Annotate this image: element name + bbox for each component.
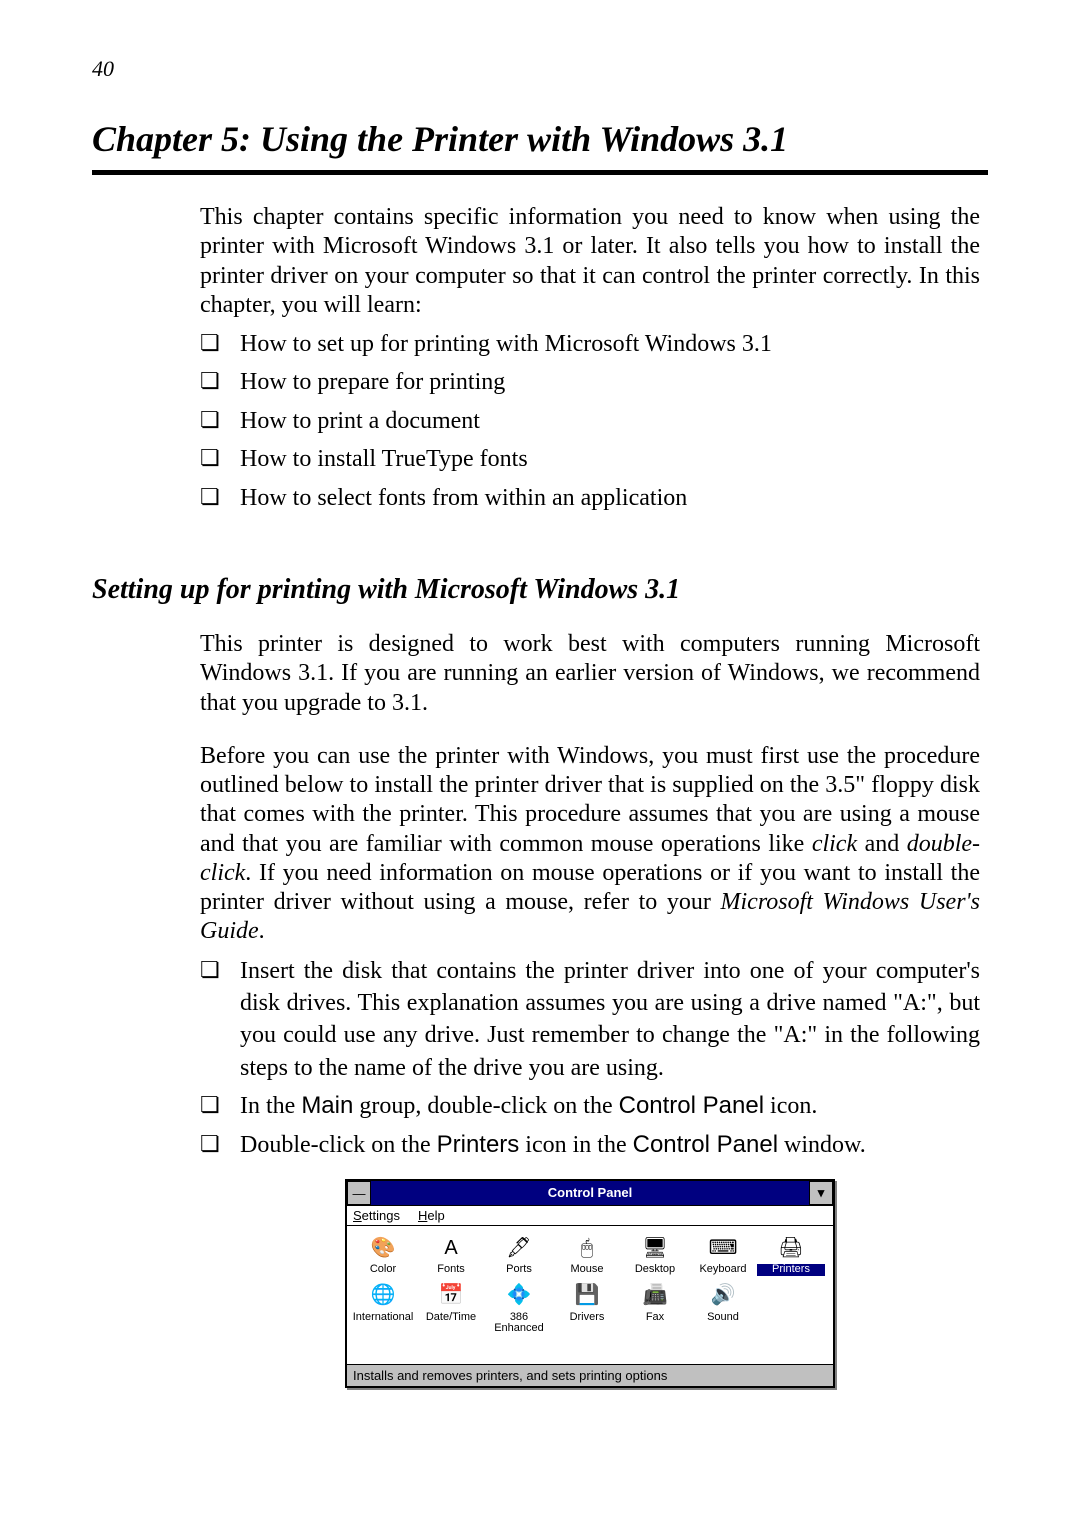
list-item: How to set up for printing with Microsof… — [200, 328, 980, 360]
menu-bar: Settings Help — [347, 1206, 833, 1226]
cp-item-sound[interactable]: 🔊 Sound — [689, 1280, 757, 1339]
cp-item-label: Desktop — [621, 1264, 689, 1276]
desktop-icon: 🖥 — [638, 1234, 672, 1262]
section-paragraph-2: Before you can use the printer with Wind… — [200, 742, 980, 947]
page-number: 40 — [92, 56, 988, 82]
drivers-icon: 💾 — [570, 1282, 604, 1310]
cp-item-label: Color — [349, 1264, 417, 1276]
cp-item-label: Fax — [621, 1312, 689, 1324]
sound-icon: 🔊 — [706, 1282, 740, 1310]
ports-icon: 🖋 — [502, 1234, 536, 1262]
system-menu-button[interactable]: — — [347, 1181, 371, 1205]
cp-item-label: Sound — [689, 1312, 757, 1324]
intro-bullet-list: How to set up for printing with Microsof… — [200, 328, 980, 514]
section-heading: Setting up for printing with Microsoft W… — [92, 574, 988, 606]
fonts-icon: A — [434, 1234, 468, 1262]
cp-item-386-enhanced[interactable]: 💠386 Enhanced — [485, 1280, 553, 1339]
section-paragraph-1: This printer is designed to work best wi… — [200, 630, 980, 718]
cp-item-keyboard[interactable]: ⌨ Keyboard — [689, 1232, 757, 1280]
control-panel-window: — Control Panel ▾ Settings Help 🎨ColorAF… — [345, 1179, 835, 1388]
cp-item-label: Date/Time — [417, 1312, 485, 1324]
list-item: How to install TrueType fonts — [200, 443, 980, 475]
menu-help[interactable]: Help — [418, 1208, 445, 1223]
cp-item-date-time[interactable]: 📅 Date/Time — [417, 1280, 485, 1339]
cp-item-color[interactable]: 🎨 Color — [349, 1232, 417, 1280]
list-item: Insert the disk that contains the printe… — [200, 955, 980, 1085]
386-enhanced-icon: 💠 — [502, 1282, 536, 1310]
date-time-icon: 📅 — [434, 1282, 468, 1310]
steps-list: Insert the disk that contains the printe… — [200, 955, 980, 1161]
list-item: How to select fonts from within an appli… — [200, 482, 980, 514]
cp-item-printers[interactable]: 🖨 Printers — [757, 1232, 825, 1280]
cp-item-international[interactable]: 🌐 International — [349, 1280, 417, 1339]
list-item: Double-click on the Printers icon in the… — [200, 1129, 980, 1161]
cp-item-label: International — [349, 1312, 417, 1324]
fax-icon: 📠 — [638, 1282, 672, 1310]
cp-item-label: 386 Enhanced — [485, 1312, 553, 1335]
international-icon: 🌐 — [366, 1282, 400, 1310]
cp-item-label: Fonts — [417, 1264, 485, 1276]
cp-item-mouse[interactable]: 🖱 Mouse — [553, 1232, 621, 1280]
intro-paragraph: This chapter contains specific informati… — [200, 203, 980, 320]
list-item: In the Main group, double-click on the C… — [200, 1090, 980, 1122]
cp-item-fonts[interactable]: A Fonts — [417, 1232, 485, 1280]
window-title: Control Panel — [371, 1181, 809, 1205]
cp-item-label: Drivers — [553, 1312, 621, 1324]
menu-settings[interactable]: Settings — [353, 1208, 400, 1223]
cp-item-label: Keyboard — [689, 1264, 757, 1276]
cp-item-label: Printers — [757, 1264, 825, 1276]
cp-item-label: Mouse — [553, 1264, 621, 1276]
titlebar: — Control Panel ▾ — [347, 1181, 833, 1206]
printers-icon: 🖨 — [774, 1234, 808, 1262]
minimize-button[interactable]: ▾ — [809, 1181, 833, 1205]
chapter-title: Chapter 5: Using the Printer with Window… — [92, 118, 988, 175]
icon-grid: 🎨 Color A Fonts 🖋 Ports 🖱 Mouse 🖥 Desktop ⌨ Keyboar… — [349, 1232, 831, 1339]
keyboard-icon: ⌨ — [706, 1234, 740, 1262]
color-icon: 🎨 — [366, 1234, 400, 1262]
mouse-icon: 🖱 — [570, 1234, 604, 1262]
cp-item-drivers[interactable]: 💾 Drivers — [553, 1280, 621, 1339]
cp-item-ports[interactable]: 🖋 Ports — [485, 1232, 553, 1280]
status-bar: Installs and removes printers, and sets … — [347, 1364, 833, 1386]
list-item: How to prepare for printing — [200, 366, 980, 398]
cp-item-fax[interactable]: 📠 Fax — [621, 1280, 689, 1339]
cp-item-desktop[interactable]: 🖥 Desktop — [621, 1232, 689, 1280]
cp-item-label: Ports — [485, 1264, 553, 1276]
list-item: How to print a document — [200, 405, 980, 437]
